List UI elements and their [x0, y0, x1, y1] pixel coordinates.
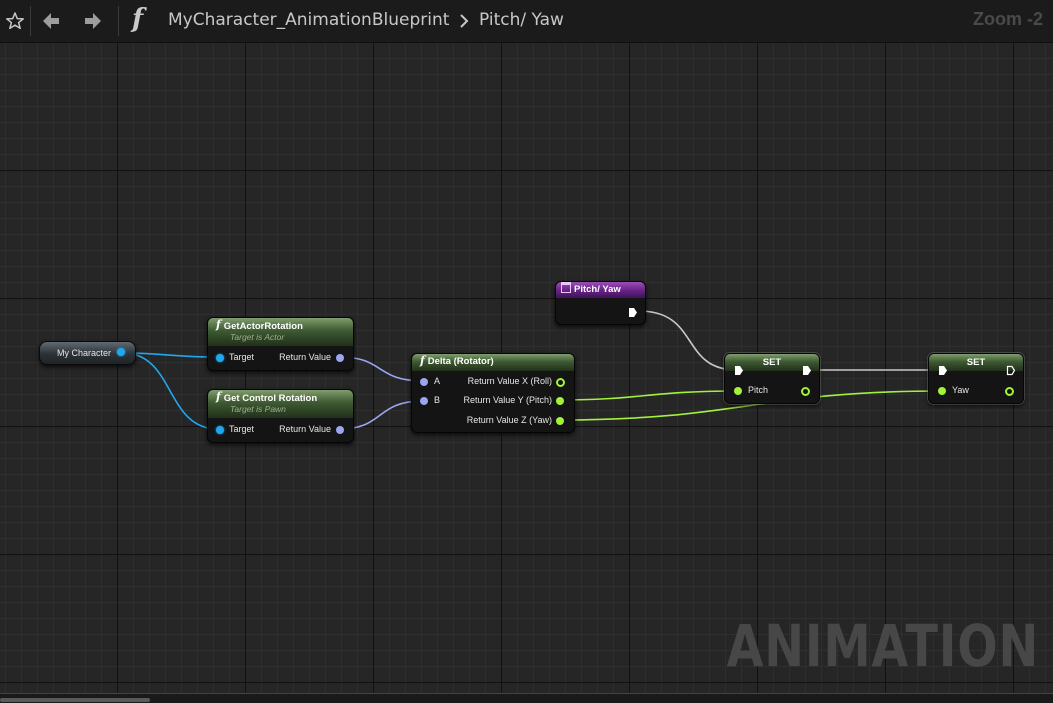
- graph-type-watermark: ANIMATION: [726, 612, 1039, 680]
- delta-rotator-b-label: B: [434, 395, 441, 405]
- set-yaw-input-pin[interactable]: [938, 387, 946, 395]
- pitch-yaw-entry-header: Pitch/ Yaw: [556, 282, 645, 298]
- set-yaw-output-pin[interactable]: [1005, 387, 1014, 396]
- my-character-label: My Character: [57, 348, 112, 358]
- delta-rotator-y-pin[interactable]: [556, 397, 564, 405]
- function-icon: f: [420, 354, 425, 367]
- exec-in-pin[interactable]: [938, 365, 948, 376]
- delta-rotator-a-label: A: [434, 376, 441, 386]
- delta-rotator-x-label: Return Value X (Roll): [467, 376, 552, 386]
- delta-rotator-y-label: Return Value Y (Pitch): [463, 395, 552, 405]
- delta-rotator-header: f Delta (Rotator): [412, 354, 574, 371]
- exec-out-pin[interactable]: [802, 365, 812, 376]
- breadcrumb-function[interactable]: Pitch/ Yaw: [479, 10, 564, 30]
- delta-rotator-x-pin[interactable]: [556, 378, 565, 387]
- get-actor-rotation-return-label: Return Value: [279, 352, 331, 362]
- zoom-level: Zoom -2: [973, 9, 1043, 29]
- get-control-rotation-return-pin[interactable]: [336, 426, 344, 434]
- pitch-yaw-entry-node[interactable]: Pitch/ Yaw: [555, 281, 646, 325]
- set-pitch-input-pin[interactable]: [734, 387, 742, 395]
- exec-out-pin[interactable]: [628, 307, 638, 318]
- delta-rotator-node[interactable]: f Delta (Rotator) A B Return Value X (Rol…: [411, 353, 575, 433]
- exec-out-pin-unconnected[interactable]: [1006, 365, 1016, 376]
- set-pitch-output-pin[interactable]: [801, 387, 810, 396]
- function-icon: f: [132, 4, 144, 34]
- get-control-rotation-subtitle: Target is Pawn: [230, 404, 286, 414]
- set-yaw-label: Yaw: [952, 385, 969, 395]
- my-character-variable-node[interactable]: My Character: [39, 341, 136, 365]
- set-yaw-title: SET: [966, 357, 986, 368]
- arrow-right-icon[interactable]: [80, 0, 106, 42]
- entry-icon: [561, 282, 571, 293]
- delta-rotator-b-pin[interactable]: [420, 397, 428, 405]
- get-control-rotation-return-label: Return Value: [279, 424, 331, 434]
- get-control-rotation-node[interactable]: f Get Control Rotation Target is Pawn Tar…: [207, 389, 354, 443]
- breadcrumb-blueprint[interactable]: MyCharacter_AnimationBlueprint: [168, 10, 449, 30]
- set-pitch-node[interactable]: SET Pitch: [723, 352, 821, 405]
- arrow-left-icon[interactable]: [38, 0, 64, 42]
- get-actor-rotation-node[interactable]: f GetActorRotation Target is Actor Target…: [207, 317, 354, 371]
- get-actor-rotation-subtitle: Target is Actor: [230, 332, 285, 342]
- delta-rotator-a-pin[interactable]: [420, 378, 428, 386]
- scrollbar-thumb[interactable]: [0, 698, 150, 702]
- get-actor-rotation-target-label: Target: [229, 352, 255, 362]
- delta-rotator-title: Delta (Rotator): [427, 356, 494, 367]
- my-character-output-pin[interactable]: [117, 348, 125, 356]
- get-control-rotation-target-pin[interactable]: [216, 426, 224, 434]
- set-pitch-title: SET: [762, 357, 782, 368]
- exec-in-pin[interactable]: [734, 365, 744, 376]
- graph-toolbar: f MyCharacter_AnimationBlueprint Pitch/ …: [0, 0, 1053, 43]
- get-control-rotation-title: Get Control Rotation: [223, 393, 318, 404]
- get-actor-rotation-return-pin[interactable]: [336, 354, 344, 362]
- get-actor-rotation-target-pin[interactable]: [216, 354, 224, 362]
- pitch-yaw-entry-title: Pitch/ Yaw: [574, 284, 621, 295]
- function-icon: f: [216, 390, 221, 403]
- delta-rotator-z-label: Return Value Z (Yaw): [466, 415, 552, 425]
- set-pitch-label: Pitch: [748, 385, 769, 395]
- function-icon: f: [216, 318, 221, 331]
- delta-rotator-z-pin[interactable]: [556, 417, 564, 425]
- set-yaw-node[interactable]: SET Yaw: [927, 352, 1025, 405]
- get-control-rotation-target-label: Target: [229, 424, 255, 434]
- get-actor-rotation-title: GetActorRotation: [223, 321, 303, 332]
- chevron-right-icon: [457, 0, 471, 42]
- star-outline-icon[interactable]: [3, 0, 27, 42]
